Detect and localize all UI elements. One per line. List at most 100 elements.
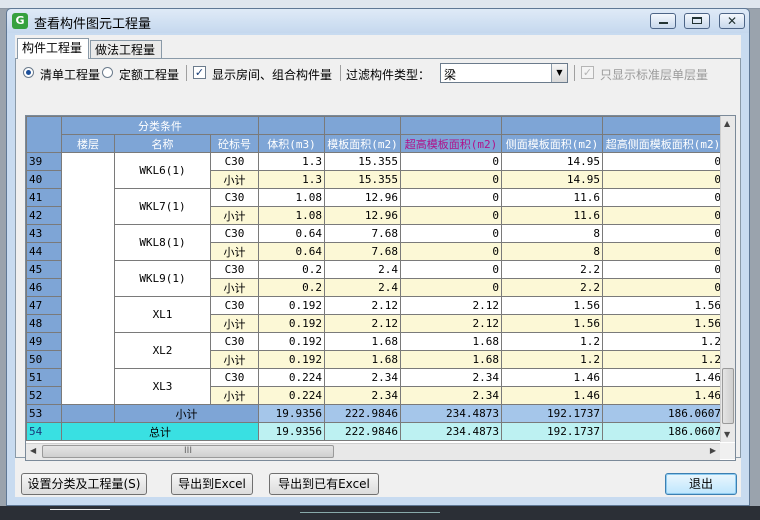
table-row[interactable]: 43 WKL8(1) C30 0.64 7.68 0 8 0 — [26, 224, 724, 261]
quantity-cell: 2.34 — [324, 368, 401, 387]
title-bar[interactable]: G 查看构件图元工程量 ✕ — [7, 9, 749, 33]
tab-component-quantity[interactable]: 构件工程量 — [17, 38, 89, 59]
row-number: 44 — [26, 242, 62, 261]
total-row[interactable]: 54 总计 19.9356 222.9846 234.4873 192.1737 186.0… — [26, 422, 724, 441]
horizontal-scrollbar[interactable]: ◀ III ▶ — [26, 443, 720, 460]
quantity-cell: 2.12 — [400, 314, 502, 333]
quantity-cell: 0 — [602, 152, 724, 171]
quantity-cell: 1.46 — [602, 368, 724, 387]
radio-quota-quantity-label[interactable]: 定额工程量 — [119, 66, 179, 83]
concrete-grade: C30 — [210, 260, 259, 279]
component-name: WKL8(1) — [114, 224, 211, 261]
total-value: 19.9356 — [258, 422, 325, 441]
column-header[interactable]: 砼标号 — [210, 134, 259, 153]
row-number: 46 — [26, 278, 62, 297]
row-number: 42 — [26, 206, 62, 225]
quantity-cell: 2.34 — [324, 386, 401, 405]
filter-type-select[interactable]: 梁 ▼ — [440, 63, 568, 83]
chevron-down-icon[interactable]: ▼ — [551, 64, 567, 82]
show-rooms-checkbox[interactable]: ✓ — [193, 66, 206, 79]
tab-method-quantity[interactable]: 做法工程量 — [90, 40, 162, 58]
header-blank-cell — [400, 116, 502, 135]
scroll-right-icon[interactable]: ▶ — [710, 446, 716, 455]
quantity-cell: 1.3 — [258, 152, 325, 171]
concrete-grade: C30 — [210, 368, 259, 387]
quantity-cell: 0 — [400, 278, 502, 297]
quantity-cell: 0.192 — [258, 332, 325, 351]
table-row[interactable]: 49 XL2 C30 0.192 1.68 1.68 1.2 1.2 — [26, 332, 724, 369]
column-header[interactable]: 侧面模板面积(m2) — [501, 134, 603, 153]
quantity-cell: 2.34 — [400, 386, 502, 405]
row-number: 52 — [26, 386, 62, 405]
quantity-cell: 1.68 — [400, 350, 502, 369]
quantity-cell: 0.224 — [258, 386, 325, 405]
scroll-left-icon[interactable]: ◀ — [30, 446, 36, 455]
row-number: 47 — [26, 296, 62, 315]
maximize-button[interactable] — [684, 13, 710, 29]
close-icon: ✕ — [727, 14, 738, 28]
quantity-cell: 7.68 — [324, 242, 401, 261]
table-row[interactable]: 47 XL1 C30 0.192 2.12 2.12 1.56 1.56 — [26, 296, 724, 333]
row-number: 50 — [26, 350, 62, 369]
column-header[interactable]: 超高侧面模板面积(m2) — [602, 134, 724, 153]
quantity-cell: 2.4 — [324, 278, 401, 297]
column-header[interactable]: 名称 — [114, 134, 211, 153]
radio-bill-quantity[interactable] — [23, 67, 34, 78]
table-row[interactable]: 45 WKL9(1) C30 0.2 2.4 0 2.2 0 — [26, 260, 724, 297]
quantity-cell: 12.96 — [324, 188, 401, 207]
header-blank-cell — [324, 116, 401, 135]
scroll-up-icon[interactable]: ▲ — [724, 119, 730, 128]
exit-button[interactable]: 退出 — [665, 473, 737, 495]
subtotal-value: 222.9846 — [324, 404, 401, 423]
export-excel-button[interactable]: 导出到Excel — [171, 473, 253, 495]
table-row[interactable]: 51 XL3 C30 0.224 2.34 2.34 1.46 1.46 — [26, 368, 724, 405]
radio-quota-quantity[interactable] — [102, 67, 113, 78]
vertical-scrollbar[interactable]: ▲ ▼ — [720, 116, 735, 442]
table-row[interactable]: 39 WKL6(1) C30 1.3 15.355 0 14.95 0 — [26, 152, 724, 405]
subtotal-value: 19.9356 — [258, 404, 325, 423]
show-rooms-label[interactable]: 显示房间、组合构件量 — [212, 66, 332, 83]
quantity-cell: 1.2 — [501, 332, 603, 351]
separator — [574, 65, 575, 81]
header-blank-cell — [501, 116, 603, 135]
concrete-grade: 小计 — [210, 170, 259, 189]
separator — [186, 65, 187, 81]
component-name: WKL7(1) — [114, 188, 211, 225]
concrete-grade: C30 — [210, 224, 259, 243]
radio-bill-quantity-label[interactable]: 清单工程量 — [40, 66, 100, 83]
scroll-down-icon[interactable]: ▼ — [724, 430, 730, 439]
column-header[interactable]: 体积(m3) — [258, 134, 325, 153]
table-row[interactable]: 41 WKL7(1) C30 1.08 12.96 0 11.6 0 — [26, 188, 724, 225]
minimize-icon — [659, 22, 668, 24]
horizontal-scroll-thumb[interactable]: III — [42, 445, 334, 458]
quantity-cell: 14.95 — [501, 152, 603, 171]
total-value: 222.9846 — [324, 422, 401, 441]
quantity-cell: 1.2 — [602, 332, 724, 351]
quantity-cell: 0 — [400, 260, 502, 279]
quantity-cell: 2.12 — [324, 314, 401, 333]
row-number: 51 — [26, 368, 62, 387]
quantity-cell: 1.08 — [258, 188, 325, 207]
close-button[interactable]: ✕ — [719, 13, 745, 29]
quantity-cell: 0.64 — [258, 224, 325, 243]
quantity-cell: 0.2 — [258, 278, 325, 297]
separator — [340, 65, 341, 81]
quantity-cell: 1.3 — [258, 170, 325, 189]
header-row: 分类条件 — [26, 116, 724, 153]
vertical-scroll-thumb[interactable] — [722, 368, 734, 424]
export-existing-excel-button[interactable]: 导出到已有Excel — [269, 473, 379, 495]
subtotal-row[interactable]: 53 小计 19.9356 222.9846 234.4873 192.1737 186.0… — [26, 404, 724, 423]
quantity-cell: 11.6 — [501, 206, 603, 225]
column-header[interactable]: 模板面积(m2) — [324, 134, 401, 153]
minimize-button[interactable] — [650, 13, 676, 29]
quantity-cell: 2.2 — [501, 260, 603, 279]
column-header[interactable]: 楼层 — [61, 134, 115, 153]
concrete-grade: 小计 — [210, 206, 259, 225]
settings-button[interactable]: 设置分类及工程量(S) — [21, 473, 147, 495]
row-number: 54 — [26, 422, 62, 441]
total-value: 192.1737 — [501, 422, 603, 441]
column-header[interactable]: 超高模板面积(m2) — [400, 134, 502, 153]
quantity-cell: 0 — [602, 260, 724, 279]
quantity-cell: 0 — [400, 188, 502, 207]
quantity-cell: 0 — [400, 242, 502, 261]
